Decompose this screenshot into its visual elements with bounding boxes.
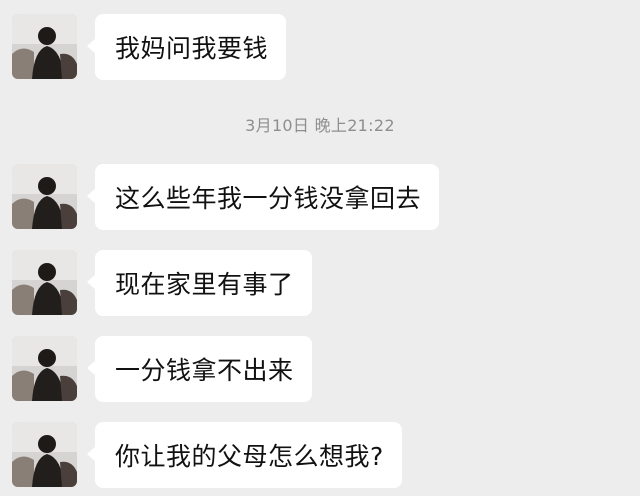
timestamp: 3月10日 晚上21:22 [245, 116, 395, 135]
message-bubble[interactable]: 一分钱拿不出来 [87, 336, 312, 402]
message-row: 我妈问我要钱 [12, 14, 287, 80]
avatar[interactable] [12, 422, 77, 487]
message-bubble[interactable]: 我妈问我要钱 [86, 14, 287, 80]
avatar[interactable] [12, 164, 77, 229]
avatar-photo-icon [12, 336, 77, 401]
message-text: 这么些年我一分钱没拿回去 [95, 164, 440, 230]
message-bubble[interactable]: 这么些年我一分钱没拿回去 [86, 164, 440, 230]
message-bubble[interactable]: 现在家里有事了 [87, 250, 312, 316]
chat-window: 我妈问我要钱 3月10日 晚上21:22 这么些年我一分钱没拿回去 现在家里有事… [0, 0, 640, 496]
message-row: 现在家里有事了 [12, 250, 312, 316]
message-text: 你让我的父母怎么想我? [95, 422, 402, 488]
avatar-photo-icon [12, 164, 77, 229]
avatar-photo-icon [12, 422, 77, 487]
message-bubble[interactable]: 你让我的父母怎么想我? [87, 422, 402, 488]
message-row: 这么些年我一分钱没拿回去 [12, 164, 440, 230]
message-text: 我妈问我要钱 [95, 14, 287, 80]
message-text: 一分钱拿不出来 [95, 336, 312, 402]
avatar[interactable] [12, 14, 77, 79]
avatar[interactable] [12, 250, 77, 315]
avatar[interactable] [12, 336, 77, 401]
message-text: 现在家里有事了 [95, 250, 312, 316]
message-row: 一分钱拿不出来 [12, 336, 312, 402]
avatar-photo-icon [12, 250, 77, 315]
message-row: 你让我的父母怎么想我? [12, 422, 402, 488]
avatar-photo-icon [12, 14, 77, 79]
